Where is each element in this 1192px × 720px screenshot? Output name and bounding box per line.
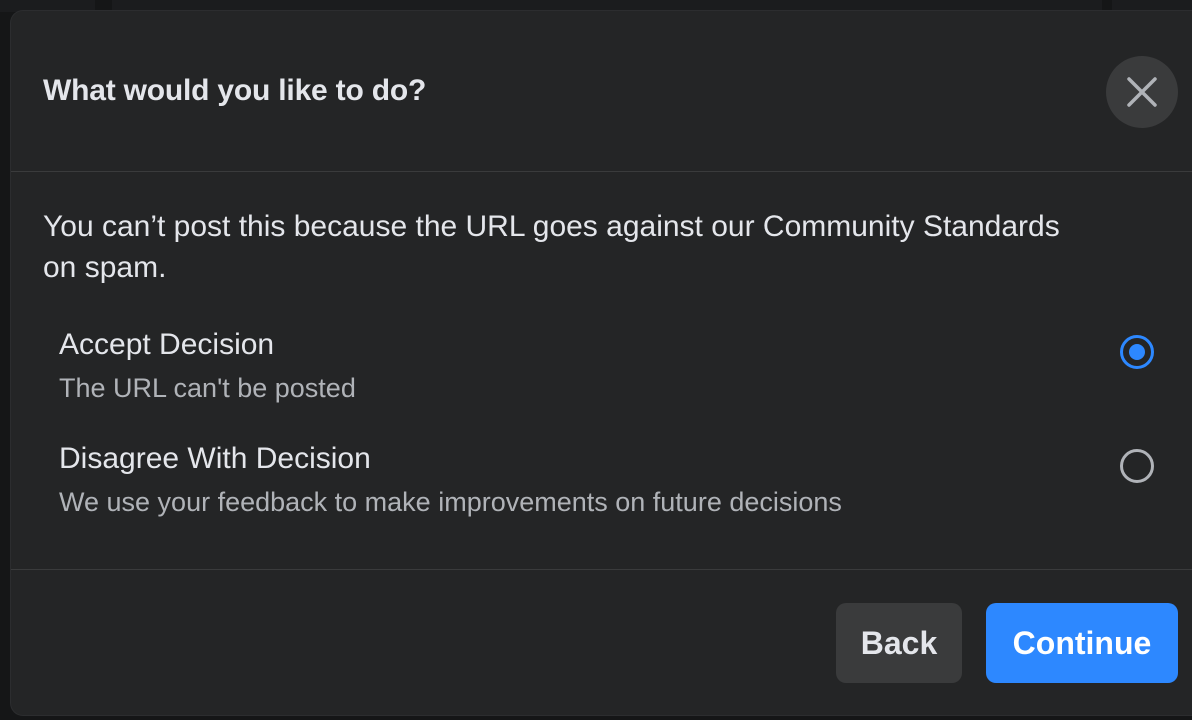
option-description: The URL can't be posted — [59, 373, 356, 403]
close-button[interactable] — [1106, 56, 1178, 128]
dialog-message: You can’t post this because the URL goes… — [43, 210, 1060, 284]
option-title: Disagree With Decision — [59, 442, 371, 475]
continue-button[interactable]: Continue — [986, 603, 1178, 683]
dialog-header: What would you like to do? — [11, 11, 1192, 172]
header-divider — [11, 171, 1192, 172]
back-button[interactable]: Back — [836, 603, 962, 683]
footer-divider — [11, 569, 1192, 570]
decision-dialog: What would you like to do? You can’t pos… — [11, 11, 1192, 715]
option-accept-decision[interactable]: Accept Decision The URL can't be posted — [43, 328, 1192, 428]
radio-disagree-with-decision[interactable] — [1120, 449, 1154, 483]
option-disagree-with-decision[interactable]: Disagree With Decision We use your feedb… — [43, 442, 1192, 542]
option-description: We use your feedback to make improvement… — [59, 487, 842, 517]
option-title: Accept Decision — [59, 328, 275, 361]
close-icon — [1127, 77, 1157, 107]
dialog-title: What would you like to do? — [43, 74, 427, 107]
radio-accept-decision[interactable] — [1120, 335, 1154, 369]
